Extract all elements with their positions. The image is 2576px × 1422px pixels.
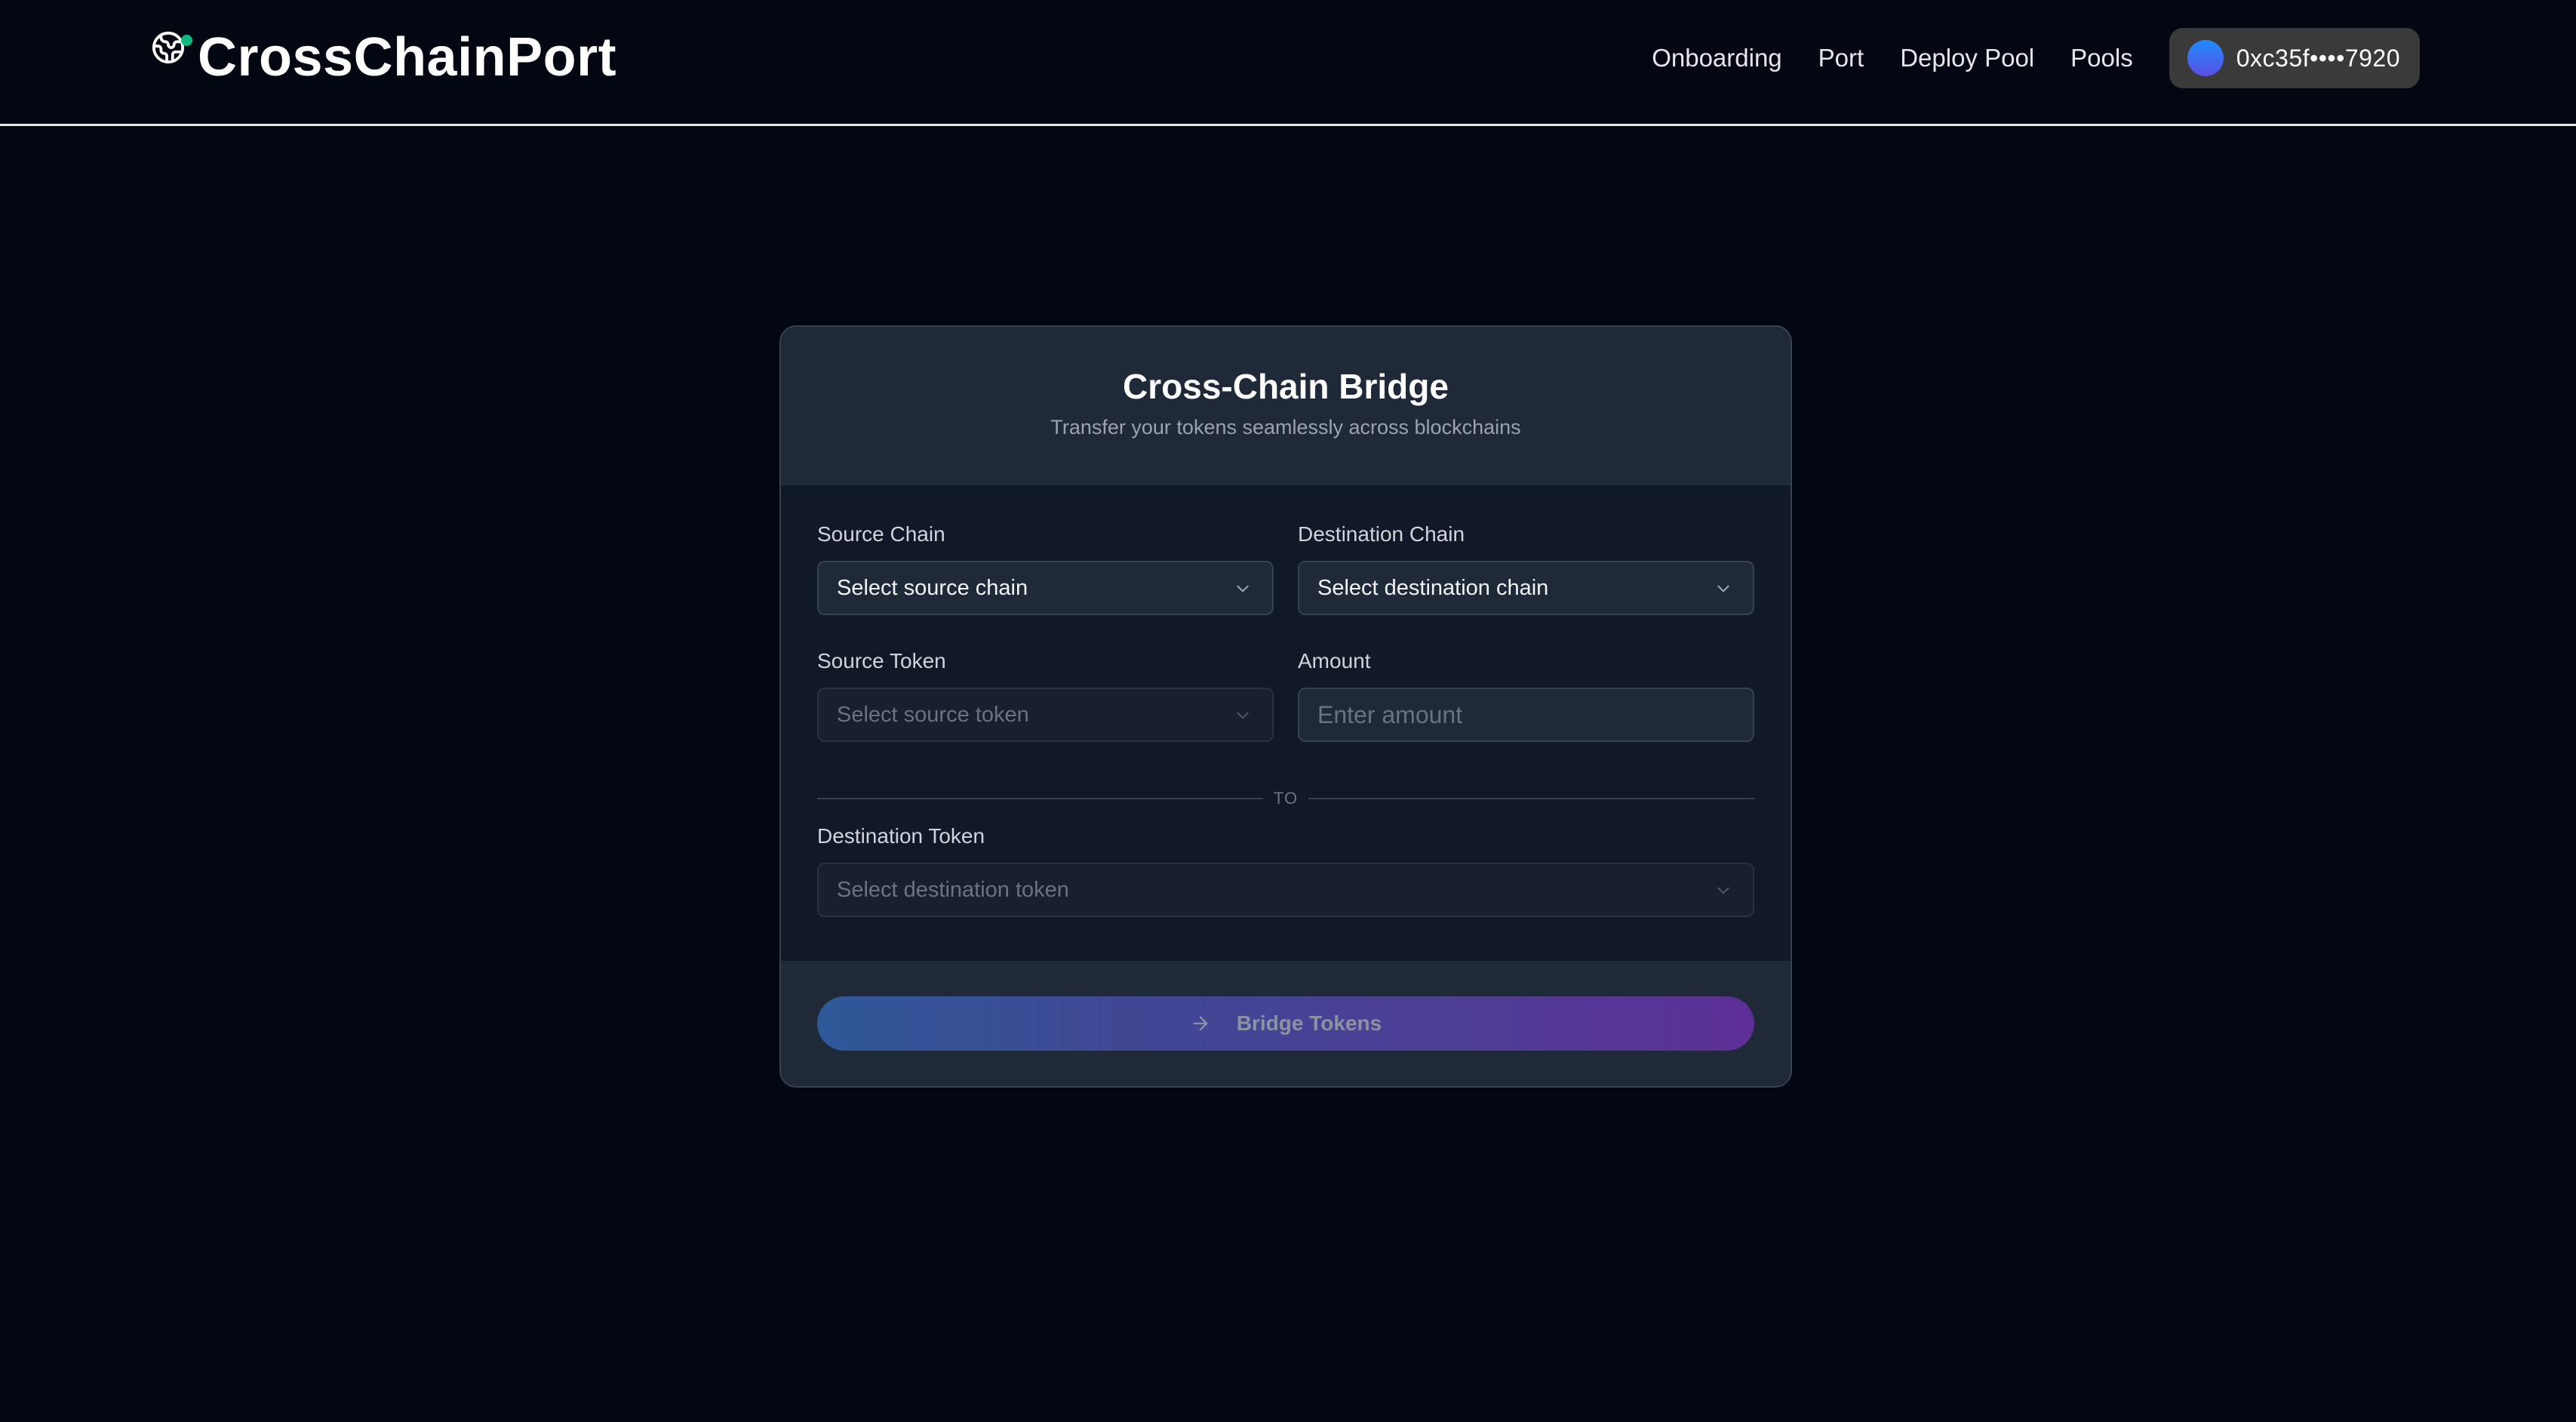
divider-line: [817, 798, 1263, 799]
wallet-button[interactable]: 0xc35f••••7920: [2169, 28, 2420, 88]
source-token-field: Source Token Select source token: [817, 648, 1274, 742]
bridge-form: Source Chain Select source chain Destina…: [781, 485, 1791, 961]
source-chain-value: Select source chain: [837, 575, 1028, 600]
destination-chain-value: Select destination chain: [1317, 575, 1549, 600]
bridge-card-header: Cross-Chain Bridge Transfer your tokens …: [781, 327, 1791, 485]
divider-line: [1308, 798, 1754, 799]
bridge-subtitle: Transfer your tokens seamlessly across b…: [1050, 416, 1521, 439]
source-token-select[interactable]: Select source token: [817, 688, 1274, 742]
globe-icon: [149, 29, 196, 71]
destination-token-row: Destination Token Select destination tok…: [817, 823, 1754, 917]
token-amount-row: Source Token Select source token Amount: [817, 648, 1754, 742]
nav-link-pools[interactable]: Pools: [2070, 28, 2133, 88]
to-divider: TO: [817, 789, 1754, 808]
brand-logo[interactable]: CrossChainPort: [149, 26, 616, 89]
source-token-value: Select source token: [837, 702, 1029, 727]
destination-token-value: Select destination token: [837, 877, 1069, 902]
chain-row: Source Chain Select source chain Destina…: [817, 522, 1754, 615]
amount-input-wrapper: [1298, 688, 1754, 742]
bridge-card: Cross-Chain Bridge Transfer your tokens …: [779, 325, 1792, 1088]
status-dot: [181, 35, 192, 46]
divider-label: TO: [1273, 789, 1299, 808]
source-chain-field: Source Chain Select source chain: [817, 522, 1274, 615]
amount-input[interactable]: [1317, 700, 1735, 729]
chevron-down-icon: [1237, 712, 1249, 719]
wallet-avatar: [2187, 40, 2224, 76]
destination-token-select[interactable]: Select destination token: [817, 863, 1754, 917]
wallet-address: 0xc35f••••7920: [2236, 44, 2400, 72]
destination-chain-field: Destination Chain Select destination cha…: [1298, 522, 1754, 615]
brand-name: CrossChainPort: [198, 27, 617, 88]
destination-token-label: Destination Token: [817, 824, 985, 848]
top-nav-bar: CrossChainPort Onboarding Port Deploy Po…: [0, 0, 2576, 126]
source-chain-select[interactable]: Select source chain: [817, 561, 1274, 615]
destination-token-field: Destination Token Select destination tok…: [817, 823, 1754, 917]
source-chain-label: Source Chain: [817, 522, 945, 546]
arrow-right-icon: [1193, 1016, 1208, 1031]
destination-chain-label: Destination Chain: [1298, 522, 1465, 546]
chevron-down-icon: [1717, 585, 1729, 592]
amount-field: Amount: [1298, 648, 1754, 742]
chevron-down-icon: [1717, 887, 1729, 894]
bridge-tokens-button[interactable]: Bridge Tokens: [817, 996, 1754, 1051]
bridge-card-footer: Bridge Tokens: [781, 961, 1791, 1086]
nav-link-port[interactable]: Port: [1818, 28, 1864, 88]
nav-link-onboarding[interactable]: Onboarding: [1652, 28, 1781, 88]
amount-label: Amount: [1298, 649, 1371, 673]
bridge-title: Cross-Chain Bridge: [1123, 367, 1449, 406]
nav-link-deploy-pool[interactable]: Deploy Pool: [1900, 28, 2034, 88]
destination-chain-select[interactable]: Select destination chain: [1298, 561, 1754, 615]
bridge-tokens-label: Bridge Tokens: [1236, 1011, 1382, 1035]
main-nav: Onboarding Port Deploy Pool Pools 0xc35f…: [1652, 28, 2420, 88]
source-token-label: Source Token: [817, 649, 946, 673]
chevron-down-icon: [1237, 585, 1249, 592]
